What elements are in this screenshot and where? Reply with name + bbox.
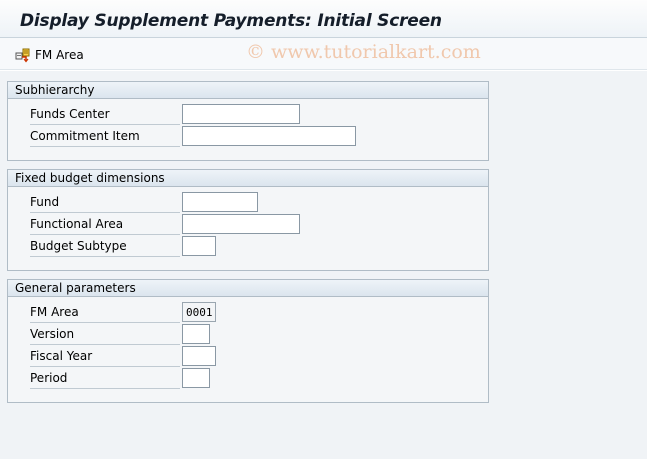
fm-area-icon	[15, 48, 30, 63]
commitment-item-input[interactable]	[182, 126, 356, 146]
field-row-commitment-item: Commitment Item	[8, 126, 488, 148]
field-row-version: Version	[8, 324, 488, 346]
fund-label: Fund	[30, 195, 180, 213]
fm-area-label: FM Area	[30, 305, 180, 323]
group-fixed-budget-title: Fixed budget dimensions	[8, 170, 488, 187]
functional-area-input[interactable]	[182, 214, 300, 234]
group-subhierarchy-title: Subhierarchy	[8, 82, 488, 99]
group-subhierarchy: Subhierarchy Funds Center Commitment Ite…	[7, 81, 489, 161]
field-row-functional-area: Functional Area	[8, 214, 488, 236]
fm-area-button-label: FM Area	[35, 48, 84, 62]
period-input[interactable]	[182, 368, 210, 388]
fm-area-input[interactable]	[182, 302, 216, 322]
page-title: Display Supplement Payments: Initial Scr…	[20, 11, 442, 31]
fund-input[interactable]	[182, 192, 258, 212]
group-general-parameters: General parameters FM Area Version Fisca…	[7, 279, 489, 403]
functional-area-label: Functional Area	[30, 217, 180, 235]
field-row-budget-subtype: Budget Subtype	[8, 236, 488, 258]
version-label: Version	[30, 327, 180, 345]
funds-center-input[interactable]	[182, 104, 300, 124]
work-area: Subhierarchy Funds Center Commitment Ite…	[0, 71, 647, 459]
fiscal-year-input[interactable]	[182, 346, 216, 366]
field-row-funds-center: Funds Center	[8, 104, 488, 126]
field-row-period: Period	[8, 368, 488, 390]
budget-subtype-input[interactable]	[182, 236, 216, 256]
funds-center-label: Funds Center	[30, 107, 180, 125]
fiscal-year-label: Fiscal Year	[30, 349, 180, 367]
watermark: © www.tutorialkart.com	[246, 41, 481, 63]
title-bar: Display Supplement Payments: Initial Scr…	[0, 0, 647, 38]
budget-subtype-label: Budget Subtype	[30, 239, 180, 257]
field-row-fm-area: FM Area	[8, 302, 488, 324]
period-label: Period	[30, 371, 180, 389]
field-row-fiscal-year: Fiscal Year	[8, 346, 488, 368]
group-general-parameters-title: General parameters	[8, 280, 488, 297]
commitment-item-label: Commitment Item	[30, 129, 180, 147]
group-fixed-budget-dimensions: Fixed budget dimensions Fund Functional …	[7, 169, 489, 271]
fm-area-button[interactable]: FM Area	[15, 46, 84, 64]
version-input[interactable]	[182, 324, 210, 344]
field-row-fund: Fund	[8, 192, 488, 214]
